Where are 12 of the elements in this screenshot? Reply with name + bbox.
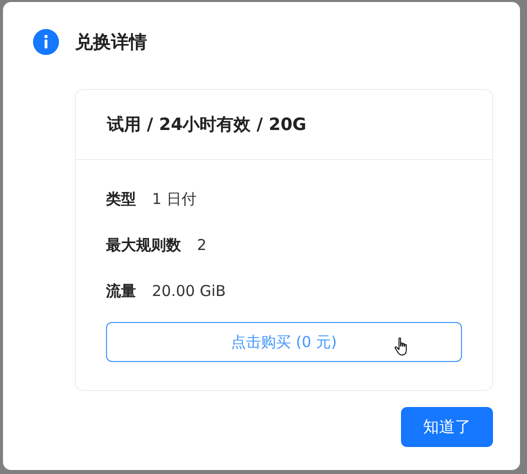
ok-button[interactable]: 知道了 (401, 407, 493, 447)
dialog-title: 兑换详情 (75, 31, 147, 54)
plan-title: 试用 / 24小时有效 / 20G (107, 114, 306, 136)
field-label: 流量 (106, 282, 136, 301)
buy-button[interactable]: 点击购买 (0 元) (106, 322, 462, 362)
field-value: 1 日付 (152, 190, 196, 209)
field-value: 2 (197, 236, 207, 254)
hand-cursor-icon (394, 337, 410, 357)
field-label: 最大规则数 (106, 236, 181, 255)
info-icon (33, 29, 59, 55)
field-label: 类型 (106, 190, 136, 209)
field-value: 20.00 GiB (152, 282, 226, 300)
